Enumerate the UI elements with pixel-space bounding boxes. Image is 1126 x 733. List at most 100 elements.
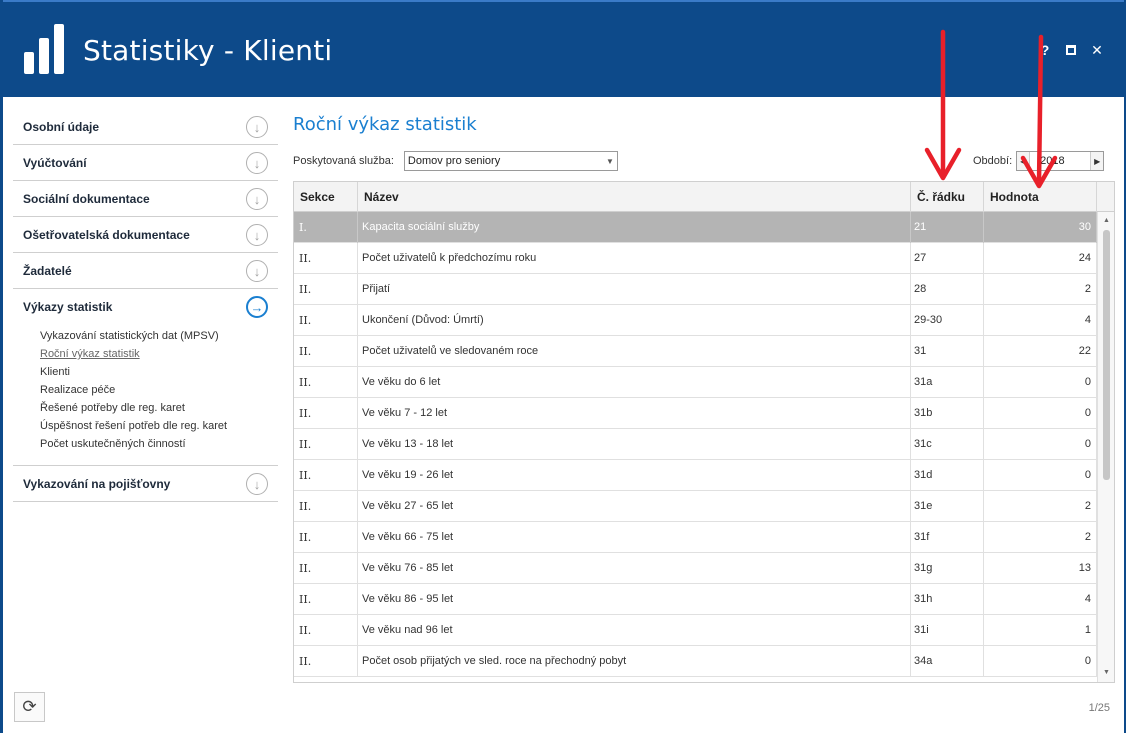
table-row[interactable]: II. Počet uživatelů k předchozímu roku 27 2… [294,243,1097,274]
subitem-realizace-pece[interactable]: Realizace péče [40,381,278,399]
arrow-down-circle-icon: ↓ [246,152,268,174]
cell-radek: 28 [911,274,984,305]
statistics-grid: Sekce Název Č. řádku Hodnota I. Kapacita … [293,181,1115,683]
cell-sekce: II. [294,243,358,274]
page-indicator: 1/25 [1088,702,1110,714]
cell-hodnota: 4 [984,305,1097,336]
cell-radek: 31b [911,398,984,429]
period-prev-button[interactable]: ◀ [1017,152,1030,170]
subitem-rocni-vykaz[interactable]: Roční výkaz statistik [40,345,278,363]
window-controls: ? ✕ [1038,42,1104,59]
cell-radek: 29-30 [911,305,984,336]
column-header-nazev[interactable]: Název [358,182,911,212]
column-header-radek[interactable]: Č. řádku [911,182,984,212]
cell-radek: 31c [911,429,984,460]
cell-hodnota: 1 [984,615,1097,646]
table-row[interactable]: II. Počet uživatelů ve sledovaném roce 31 2… [294,336,1097,367]
cell-nazev: Počet uživatelů ve sledovaném roce [358,336,911,367]
arrow-down-circle-icon: ↓ [246,188,268,210]
service-select-value: Domov pro seniory [407,155,501,167]
table-row[interactable]: I. Kapacita sociální služby 21 30 [294,212,1097,243]
cell-radek: 31g [911,553,984,584]
cell-hodnota: 0 [984,367,1097,398]
help-button[interactable]: ? [1038,42,1052,58]
cell-nazev: Ve věku 13 - 18 let [358,429,911,460]
cell-nazev: Ve věku 66 - 75 let [358,522,911,553]
cell-radek: 34a [911,646,984,677]
sidebar-group-vykazy-statistik: Výkazy statistik → Vykazování statistick… [13,289,278,466]
table-row[interactable]: II. Ve věku 86 - 95 let 31h 4 [294,584,1097,615]
cell-radek: 27 [911,243,984,274]
table-row[interactable]: II. Ukončení (Důvod: Úmrtí) 29-30 4 [294,305,1097,336]
cell-radek: 31 [911,336,984,367]
arrow-down-circle-icon: ↓ [246,116,268,138]
period-value[interactable]: 2018 [1029,152,1092,170]
cell-nazev: Kapacita sociální služby [358,212,911,243]
cell-nazev: Ve věku 76 - 85 let [358,553,911,584]
subitem-vykazovani-mpsv[interactable]: Vykazování statistických dat (MPSV) [40,327,278,345]
vertical-scrollbar[interactable]: ▲ ▼ [1097,212,1114,682]
cell-nazev: Ve věku 27 - 65 let [358,491,911,522]
table-row[interactable]: II. Ve věku do 6 let 31a 0 [294,367,1097,398]
cell-hodnota: 30 [984,212,1097,243]
scroll-up-icon[interactable]: ▲ [1098,214,1114,228]
cell-hodnota: 2 [984,491,1097,522]
subitem-klienti[interactable]: Klienti [40,363,278,381]
cell-nazev: Přijatí [358,274,911,305]
cell-nazev: Počet uživatelů k předchozímu roku [358,243,911,274]
maximize-icon [1066,45,1076,55]
subitem-resene-potreby[interactable]: Řešené potřeby dle reg. karet [40,399,278,417]
table-row[interactable]: II. Ve věku 76 - 85 let 31g 13 [294,553,1097,584]
app-title: Statistiky - Klienti [83,34,333,67]
sidebar-item-zadatele[interactable]: Žadatelé ↓ [13,253,278,289]
sidebar-item-vykazy-statistik[interactable]: Výkazy statistik → [13,289,278,325]
grid-header: Sekce Název Č. řádku Hodnota [294,182,1114,212]
table-row[interactable]: II. Počet osob přijatých ve sled. roce na… [294,646,1097,677]
cell-hodnota: 2 [984,522,1097,553]
period-next-button[interactable]: ▶ [1091,152,1104,170]
sidebar-item-socialni-dokumentace[interactable]: Sociální dokumentace ↓ [13,181,278,217]
scroll-thumb[interactable] [1103,230,1110,480]
table-row[interactable]: II. Ve věku 7 - 12 let 31b 0 [294,398,1097,429]
column-header-sekce[interactable]: Sekce [294,182,358,212]
table-row[interactable]: II. Ve věku 13 - 18 let 31c 0 [294,429,1097,460]
scroll-down-icon[interactable]: ▼ [1098,666,1114,680]
grid-body: I. Kapacita sociální služby 21 30 II. Počet u… [294,212,1097,677]
cell-sekce: II. [294,367,358,398]
cell-nazev: Ve věku 7 - 12 let [358,398,911,429]
table-row[interactable]: II. Ve věku 66 - 75 let 31f 2 [294,522,1097,553]
refresh-button[interactable]: ⟳ [14,692,45,722]
subitem-uspesnost-reseni[interactable]: Úspěšnost řešení potřeb dle reg. karet [40,417,278,435]
table-row[interactable]: II. Ve věku 19 - 26 let 31d 0 [294,460,1097,491]
cell-sekce: II. [294,522,358,553]
cell-nazev: Ve věku 86 - 95 let [358,584,911,615]
sidebar-sublist: Vykazování statistických dat (MPSV) Ročn… [13,327,278,453]
cell-nazev: Ukončení (Důvod: Úmrtí) [358,305,911,336]
subitem-pocet-cinnosti[interactable]: Počet uskutečněných činností [40,435,278,453]
column-header-hodnota[interactable]: Hodnota [984,182,1097,212]
close-button[interactable]: ✕ [1090,42,1104,58]
table-row[interactable]: II. Přijatí 28 2 [294,274,1097,305]
cell-radek: 31d [911,460,984,491]
table-row[interactable]: II. Ve věku nad 96 let 31i 1 [294,615,1097,646]
cell-sekce: II. [294,274,358,305]
cell-hodnota: 22 [984,336,1097,367]
sidebar: Osobní údaje ↓ Vyúčtování ↓ Sociální dok… [13,109,278,502]
arrow-down-circle-icon: ↓ [246,224,268,246]
page-title: Roční výkaz statistik [293,114,477,135]
sidebar-item-label: Sociální dokumentace [23,191,150,206]
service-select[interactable]: Domov pro seniory ▼ [403,151,618,171]
table-row[interactable]: II. Ve věku 27 - 65 let 31e 2 [294,491,1097,522]
cell-hodnota: 4 [984,584,1097,615]
refresh-icon: ⟳ [22,697,37,716]
sidebar-item-osetrovatelska-dokumentace[interactable]: Ošetřovatelská dokumentace ↓ [13,217,278,253]
title-bar: Statistiky - Klienti ? ✕ [3,0,1124,97]
cell-nazev: Ve věku nad 96 let [358,615,911,646]
sidebar-item-osobni-udaje[interactable]: Osobní údaje ↓ [13,109,278,145]
sidebar-item-label: Výkazy statistik [23,300,113,314]
sidebar-item-vyuctovani[interactable]: Vyúčtování ↓ [13,145,278,181]
cell-sekce: II. [294,460,358,491]
cell-radek: 31a [911,367,984,398]
maximize-button[interactable] [1064,42,1078,58]
sidebar-item-vykazovani-pojistovny[interactable]: Vykazování na pojišťovny ↓ [13,466,278,502]
